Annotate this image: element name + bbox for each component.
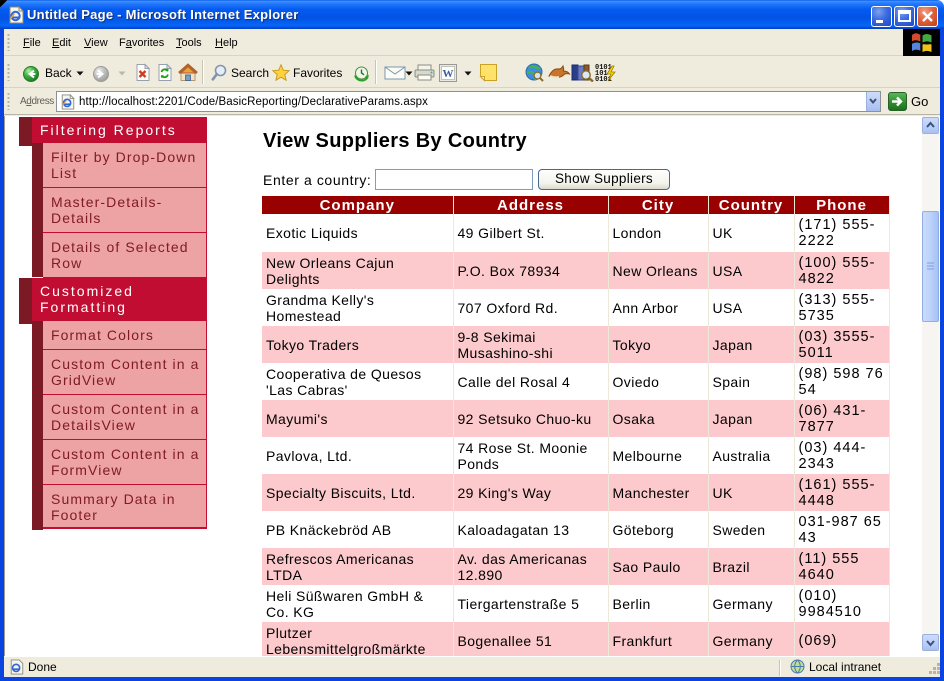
svg-text:W: W [443,68,454,80]
